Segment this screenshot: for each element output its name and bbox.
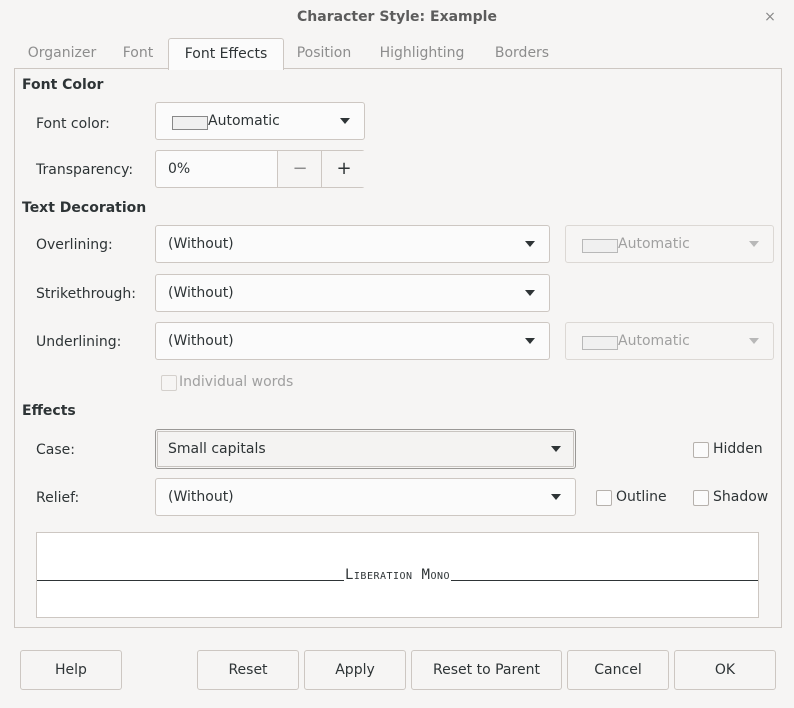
strikethrough-value: (Without) xyxy=(168,285,234,301)
font-color-label: Font color: xyxy=(36,116,110,132)
font-color-dropdown[interactable]: Automatic xyxy=(155,102,365,140)
underlining-color-value: Automatic xyxy=(618,333,690,349)
text-decoration-heading: Text Decoration xyxy=(22,200,147,216)
apply-button[interactable]: Apply xyxy=(304,650,406,690)
outline-label: Outline xyxy=(616,489,667,505)
tab-highlighting[interactable]: Highlighting xyxy=(370,38,474,68)
relief-dropdown[interactable]: (Without) xyxy=(155,478,576,516)
relief-value: (Without) xyxy=(168,489,234,505)
tab-organizer[interactable]: Organizer xyxy=(14,38,110,68)
decrement-button[interactable]: − xyxy=(277,151,322,187)
preview-box: Liberation Mono xyxy=(36,532,759,618)
individual-words-checkbox[interactable] xyxy=(161,375,177,391)
transparency-label: Transparency: xyxy=(36,162,134,178)
font-color-heading: Font Color xyxy=(22,77,104,93)
tab-position[interactable]: Position xyxy=(286,38,362,68)
overlining-value: (Without) xyxy=(168,236,234,252)
help-button[interactable]: Help xyxy=(20,650,122,690)
overlining-dropdown[interactable]: (Without) xyxy=(155,225,550,263)
color-swatch xyxy=(582,239,618,253)
close-icon[interactable]: × xyxy=(760,0,780,34)
hidden-label: Hidden xyxy=(713,441,763,457)
font-color-value: Automatic xyxy=(208,113,280,129)
preview-text-wrap: Liberation Mono xyxy=(37,567,758,583)
color-swatch xyxy=(172,116,208,130)
cancel-button[interactable]: Cancel xyxy=(567,650,669,690)
color-swatch xyxy=(582,336,618,350)
case-dropdown[interactable]: Small capitals xyxy=(155,429,576,469)
window-title: Character Style: Example xyxy=(297,9,497,25)
tab-borders[interactable]: Borders xyxy=(484,38,560,68)
strikethrough-dropdown[interactable]: (Without) xyxy=(155,274,550,312)
increment-button[interactable]: + xyxy=(321,151,366,187)
underlining-dropdown[interactable]: (Without) xyxy=(155,322,550,360)
relief-label: Relief: xyxy=(36,490,80,506)
chevron-down-icon xyxy=(749,241,759,247)
tab-font-effects[interactable]: Font Effects xyxy=(168,38,284,70)
strikethrough-label: Strikethrough: xyxy=(36,286,136,302)
chevron-down-icon xyxy=(551,446,561,452)
shadow-label: Shadow xyxy=(713,489,769,505)
underlining-color-dropdown[interactable]: Automatic xyxy=(565,322,774,360)
underlining-label: Underlining: xyxy=(36,334,122,350)
case-label: Case: xyxy=(36,442,75,458)
case-value: Small capitals xyxy=(168,441,266,457)
effects-heading: Effects xyxy=(22,403,76,419)
reset-to-parent-button[interactable]: Reset to Parent xyxy=(411,650,562,690)
chevron-down-icon xyxy=(749,338,759,344)
transparency-value: 0% xyxy=(168,161,191,177)
hidden-checkbox[interactable] xyxy=(693,442,709,458)
overlining-label: Overlining: xyxy=(36,237,113,253)
ok-button[interactable]: OK xyxy=(674,650,776,690)
chevron-down-icon xyxy=(525,338,535,344)
outline-checkbox[interactable] xyxy=(596,490,612,506)
chevron-down-icon xyxy=(525,241,535,247)
overlining-color-value: Automatic xyxy=(618,236,690,252)
shadow-checkbox[interactable] xyxy=(693,490,709,506)
tab-font[interactable]: Font xyxy=(112,38,164,68)
chevron-down-icon xyxy=(340,118,350,124)
chevron-down-icon xyxy=(525,290,535,296)
character-style-dialog: Character Style: Example × Organizer Fon… xyxy=(0,0,794,708)
chevron-down-icon xyxy=(551,494,561,500)
reset-button[interactable]: Reset xyxy=(197,650,299,690)
underlining-value: (Without) xyxy=(168,333,234,349)
individual-words-label: Individual words xyxy=(179,374,294,390)
preview-text: Liberation Mono xyxy=(343,567,452,583)
overlining-color-dropdown[interactable]: Automatic xyxy=(565,225,774,263)
title-bar: Character Style: Example × xyxy=(0,0,794,34)
transparency-spinbox[interactable]: 0% − + xyxy=(155,150,366,188)
